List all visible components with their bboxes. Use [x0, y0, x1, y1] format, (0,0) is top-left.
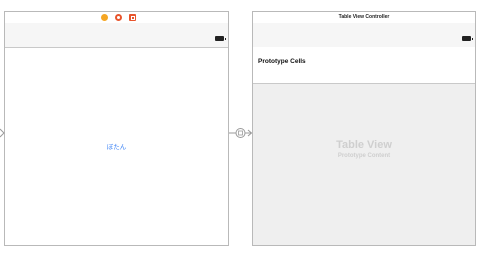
segue-arrow[interactable] — [229, 126, 253, 140]
status-bar — [5, 23, 228, 48]
table-view-placeholder-subtitle: Prototype Content — [337, 153, 391, 159]
table-view-controller-scene[interactable]: Table View Controller Prototype Cells Ta… — [252, 11, 476, 246]
table-view[interactable]: Table View Prototype Content — [253, 84, 475, 245]
entry-arrow-icon — [0, 128, 5, 138]
first-responder-icon[interactable] — [115, 14, 122, 21]
prototype-cells-label: Prototype Cells — [258, 58, 306, 65]
button-label[interactable]: ぼたん — [5, 141, 228, 151]
view-controller-icon[interactable] — [101, 14, 108, 21]
view-controller-scene[interactable]: ぼたん — [4, 11, 229, 246]
battery-icon — [215, 36, 226, 41]
prototype-cells-header[interactable]: Prototype Cells — [253, 47, 475, 84]
table-view-placeholder-title: Table View — [336, 139, 392, 151]
battery-icon — [462, 36, 473, 41]
scene-title: Table View Controller — [338, 14, 390, 20]
status-bar — [253, 23, 475, 48]
exit-icon[interactable] — [129, 14, 136, 21]
